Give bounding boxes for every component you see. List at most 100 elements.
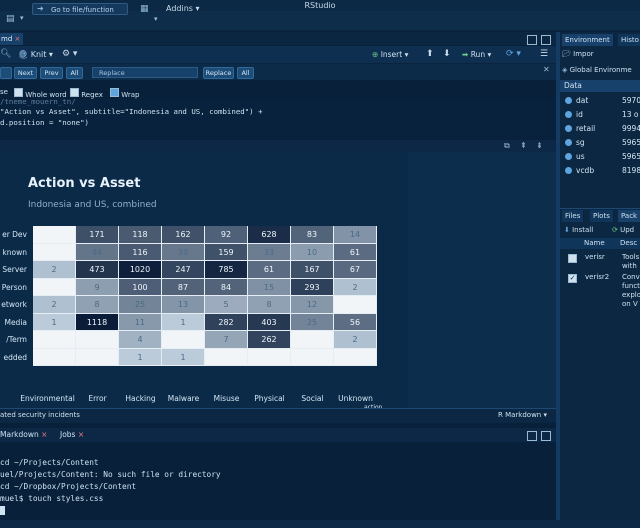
grid-chevron-icon[interactable]: ▾	[154, 15, 158, 23]
update-packages-button[interactable]: ⟳ Upd	[612, 226, 634, 234]
viewer-header	[0, 140, 556, 152]
env-var-name: retail	[576, 124, 596, 133]
expand-dataset-icon[interactable]	[565, 97, 572, 104]
code-editor[interactable]: /tneme_mouern_tn/ "Action vs Asset", sub…	[0, 97, 556, 139]
tab-packages[interactable]: Pack	[618, 210, 640, 222]
heatmap-cell: 44	[76, 243, 119, 261]
expand-dataset-icon[interactable]	[565, 111, 572, 118]
heatmap-cell: 1	[162, 313, 205, 331]
env-var-value: 5970	[622, 96, 640, 105]
replace-input[interactable]: Replace	[92, 67, 198, 78]
tab-markdown[interactable]: Markdown ×	[0, 430, 47, 439]
col-desc-header[interactable]: Desc	[620, 239, 637, 247]
replace-all-button[interactable]: All	[237, 67, 254, 79]
env-row[interactable]: us 5965	[560, 150, 640, 164]
gear-icon[interactable]: ⚙ ▾	[62, 49, 77, 59]
heatmap-cell: 33	[248, 243, 291, 261]
open-file-icon[interactable]: ▤	[6, 14, 15, 24]
heatmap-cell: 84	[205, 278, 248, 296]
import-label: Impor	[573, 50, 594, 58]
insert-icon: ⊕	[372, 50, 379, 59]
arrow-up-icon[interactable]: ⬆	[426, 49, 434, 59]
heatmap-cell: 61	[248, 261, 291, 279]
find-all-button[interactable]: All	[66, 67, 83, 79]
find-next-button[interactable]: Next	[14, 67, 37, 79]
import-dataset-button[interactable]: 📂︎ Impor	[562, 50, 594, 58]
x-tick-label: Physical	[254, 394, 285, 403]
maximize-console-icon[interactable]	[541, 431, 551, 441]
tab-history[interactable]: Histo	[618, 34, 640, 46]
x-tick-label: Misuse	[213, 394, 240, 403]
package-name[interactable]: verisr2	[585, 273, 609, 281]
tab-jobs[interactable]: Jobs ×	[60, 430, 84, 439]
wrap-checkbox[interactable]	[110, 88, 119, 97]
find-replace-bar	[0, 64, 556, 80]
expand-dataset-icon[interactable]	[565, 167, 572, 174]
close-icon[interactable]: ×	[41, 430, 47, 439]
maximize-pane-icon[interactable]	[541, 35, 551, 45]
expand-dataset-icon[interactable]	[565, 139, 572, 146]
environment-selector[interactable]: ◈ Global Environme	[562, 66, 632, 74]
expand-chunk-icon[interactable]: ⇞	[520, 141, 527, 150]
y-tick-label: er Dev	[2, 230, 27, 239]
heatmap-cell	[76, 331, 119, 349]
run-button[interactable]: ➡ Run ▾	[462, 50, 491, 59]
find-prev-button[interactable]: Prev	[40, 67, 63, 79]
close-icon[interactable]: ×	[15, 35, 21, 43]
chunk-label: ated security incidents	[0, 411, 80, 419]
find-input[interactable]	[0, 67, 12, 79]
update-label: Upd	[620, 226, 635, 234]
heatmap-cell	[205, 348, 248, 366]
wrap-option[interactable]: Wrap	[110, 88, 139, 99]
knit-button[interactable]: 🧶︎ Knit ▾	[18, 50, 53, 59]
env-row[interactable]: dat 5970	[560, 94, 640, 108]
arrow-down-icon[interactable]: ⬇	[443, 49, 451, 59]
search-icon[interactable]: 🔍︎	[0, 49, 11, 59]
package-checkbox[interactable]: ✓	[568, 274, 577, 283]
env-row[interactable]: retail 9994	[560, 122, 640, 136]
rerun-icon[interactable]: ⟳ ▾	[506, 49, 521, 59]
goto-file-input[interactable]: Go to file/function	[32, 3, 128, 15]
env-row[interactable]: id 13 o	[560, 108, 640, 122]
tab-files[interactable]: Files	[562, 210, 585, 222]
dropdown-chevron-icon[interactable]: ▾	[20, 14, 24, 22]
collapse-chunk-icon[interactable]: ⇟	[536, 141, 543, 150]
minimize-console-icon[interactable]	[527, 431, 537, 441]
env-var-name: sg	[576, 138, 585, 147]
tab-plots[interactable]: Plots	[590, 210, 614, 222]
addins-menu[interactable]: Addins ▾	[166, 4, 200, 13]
whole-word-checkbox[interactable]	[14, 88, 23, 97]
editor-tab-file[interactable]: md ×	[0, 33, 23, 45]
package-checkbox[interactable]	[568, 254, 577, 263]
expand-dataset-icon[interactable]	[565, 125, 572, 132]
tab-environment[interactable]: Environment	[562, 34, 614, 46]
install-packages-button[interactable]: ⬇ Install	[564, 226, 593, 234]
heatmap-cell: 56	[334, 313, 377, 331]
regex-checkbox[interactable]	[70, 88, 79, 97]
env-row[interactable]: sg 5965	[560, 136, 640, 150]
update-icon: ⟳	[612, 226, 618, 234]
env-var-value: 9994	[622, 124, 640, 133]
terminal-output[interactable]: cd ~/Projects/Content uel/Projects/Conte…	[0, 442, 556, 520]
run-icon: ➡	[462, 50, 469, 59]
package-name[interactable]: verisr	[585, 253, 605, 261]
match-case-option[interactable]: se	[0, 88, 8, 96]
close-icon[interactable]: ×	[78, 430, 84, 439]
env-row[interactable]: vcdb 8198	[560, 164, 640, 178]
package-row: verisr Tools with	[560, 252, 640, 272]
document-outline-icon[interactable]: ☰	[540, 49, 548, 59]
col-name-header[interactable]: Name	[584, 239, 605, 247]
replace-button[interactable]: Replace	[203, 67, 234, 79]
pane-divider[interactable]	[560, 208, 640, 209]
expand-dataset-icon[interactable]	[565, 153, 572, 160]
insert-chunk-button[interactable]: ⊕ Insert ▾	[372, 50, 408, 59]
grid-layout-icon[interactable]: ▦	[140, 4, 152, 15]
show-in-window-icon[interactable]: ⧉	[504, 141, 510, 151]
code-line-partial: /tneme_mouern_tn/	[0, 97, 76, 106]
package-row: ✓ verisr2 Conv funct explo on V	[560, 272, 640, 308]
file-type-menu[interactable]: R Markdown ▾	[498, 411, 547, 419]
minimize-pane-icon[interactable]	[527, 35, 537, 45]
heatmap-cell: 87	[162, 278, 205, 296]
close-find-icon[interactable]: ✕	[543, 65, 550, 74]
heatmap-cell: 92	[205, 226, 248, 244]
